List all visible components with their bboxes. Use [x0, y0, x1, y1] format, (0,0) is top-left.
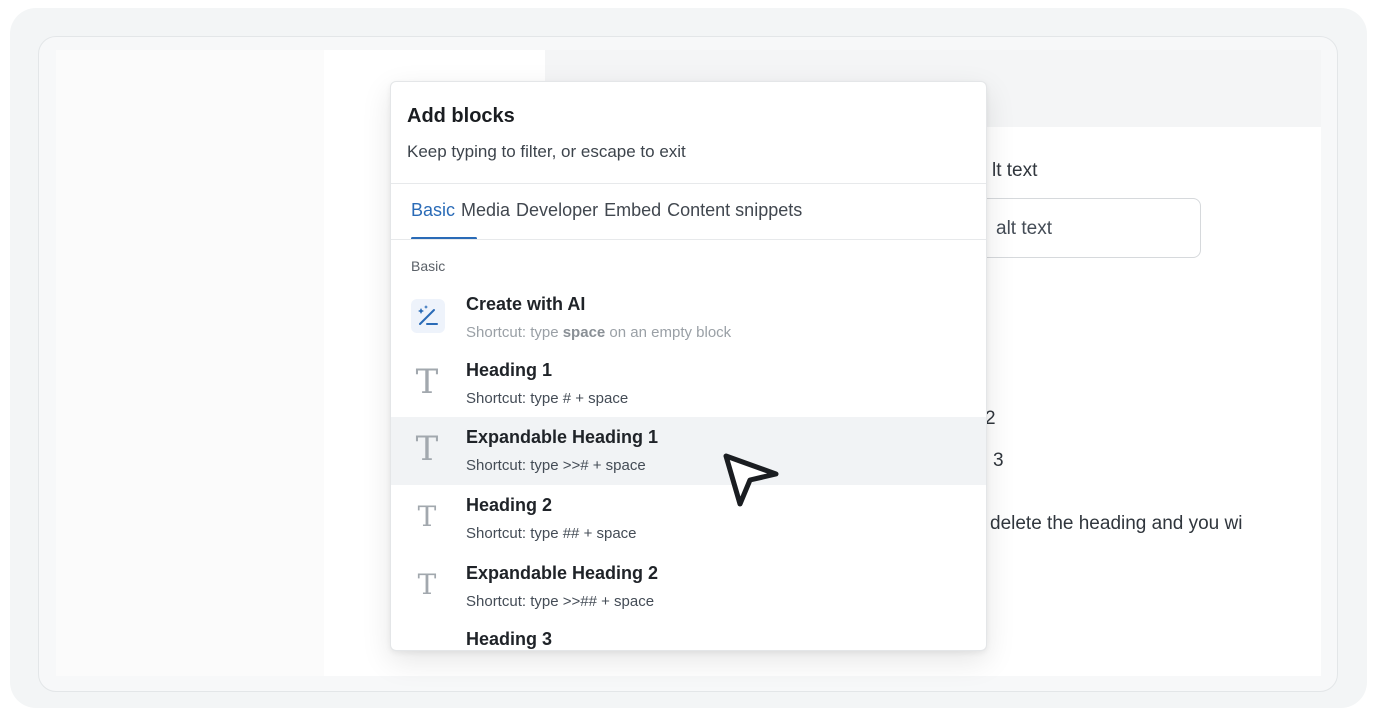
menu-title: Add blocks [407, 105, 515, 127]
tab-developer[interactable]: Developer [516, 200, 598, 221]
magic-wand-icon [411, 299, 445, 333]
alt-text-label: lt text [992, 160, 1038, 181]
block-item-heading-1[interactable]: T Heading 1 Shortcut: type # + space [391, 350, 986, 418]
block-item-shortcut: Shortcut: type >># + space [466, 457, 646, 474]
divider [391, 239, 986, 240]
text-icon: T [413, 647, 441, 650]
block-item-shortcut: Shortcut: type >>## + space [466, 593, 655, 610]
tab-content-snippets[interactable]: Content snippets [667, 200, 802, 221]
alt-text-input[interactable]: alt text [975, 198, 1201, 258]
block-item-title: Heading 1 [466, 360, 553, 380]
block-item-shortcut: Shortcut: type ## + space [466, 525, 637, 542]
text-icon: T [415, 429, 439, 469]
block-item-heading-2[interactable]: T Heading 2 Shortcut: type ## + space [391, 485, 986, 553]
block-item-shortcut: Shortcut: type # + space [466, 390, 629, 407]
block-item-title: Heading 3 [466, 629, 553, 649]
tab-basic[interactable]: Basic [411, 200, 455, 221]
block-item-title: Heading 2 [466, 495, 553, 515]
editor-text-fragment: 3 [993, 450, 1004, 471]
text-icon: T [417, 568, 437, 601]
menu-subtitle: Keep typing to filter, or escape to exit [407, 142, 686, 161]
mouse-pointer-icon [723, 453, 779, 507]
add-blocks-menu: Add blocks Keep typing to filter, or esc… [390, 81, 987, 651]
text-icon: T [415, 362, 439, 402]
section-label: Basic [411, 258, 446, 274]
left-gutter [56, 50, 324, 676]
tab-embed[interactable]: Embed [604, 200, 661, 221]
block-item-expandable-heading-2[interactable]: T Expandable Heading 2 Shortcut: type >>… [391, 553, 986, 621]
editor-paragraph: delete the heading and you wi [990, 513, 1243, 534]
block-category-tabs: Basic Media Developer Embed Content snip… [411, 200, 802, 221]
block-item-title: Expandable Heading 2 [466, 563, 659, 583]
text-icon: T [417, 500, 437, 533]
divider [391, 183, 986, 184]
block-item-title: Expandable Heading 1 [466, 427, 659, 447]
block-item-shortcut: Shortcut: type space on an empty block [466, 324, 732, 341]
tab-media[interactable]: Media [461, 200, 510, 221]
block-item-create-with-ai[interactable]: Create with AI Shortcut: type space on a… [391, 284, 986, 352]
block-item-heading-3[interactable]: T Heading 3 [391, 619, 986, 650]
block-item-title: Create with AI [466, 294, 586, 314]
block-item-expandable-heading-1[interactable]: T Expandable Heading 1 Shortcut: type >>… [391, 417, 986, 485]
